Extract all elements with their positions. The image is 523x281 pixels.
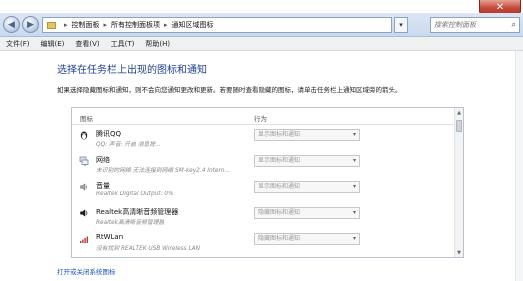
- system-icons-link[interactable]: 打开或关闭系统图标: [57, 266, 116, 276]
- wifi-icon: [79, 234, 89, 244]
- address-bar: ◀ ▶ ▸ 控制面板 ▸ 所有控制面板项 ▸ 通知区域图标 ▾ 搜索控制面板 ⌕: [0, 13, 523, 37]
- menu-help[interactable]: 帮助(H): [145, 39, 170, 49]
- item-subtitle: Realtek Digital Output: 0%: [96, 191, 174, 197]
- behavior-value: 隐藏图标和通知: [258, 235, 301, 242]
- folder-icon: [47, 21, 56, 29]
- search-placeholder: 搜索控制面板: [434, 21, 476, 29]
- page-description: 如果选择隐藏图标和通知，则不会向您通知更改和更新。若要随时查看隐藏的图标，请单击…: [57, 86, 402, 94]
- breadcrumb-separator-icon: ▸: [64, 21, 68, 29]
- menu-tools[interactable]: 工具(T): [111, 39, 135, 49]
- breadcrumb-separator-icon: ▸: [164, 21, 168, 29]
- behavior-dropdown[interactable]: 显示图标和通知 ▾: [254, 181, 360, 193]
- item-subtitle: 没有找到 REALTEK USB Wireless LAN: [96, 246, 200, 252]
- chevron-down-icon: ▾: [352, 209, 356, 216]
- item-subtitle: QQ: 声音: 开启 消息提...: [96, 142, 161, 148]
- chevron-down-icon: ▾: [352, 131, 356, 138]
- scroll-down-icon[interactable]: ▼: [455, 248, 463, 257]
- column-header-icon: 图标: [80, 115, 93, 123]
- breadcrumb-control-panel[interactable]: 控制面板: [72, 20, 100, 30]
- network-icon: [79, 156, 89, 166]
- item-name: RtWLan: [96, 233, 124, 241]
- item-name: 音量: [96, 182, 110, 190]
- scroll-thumb[interactable]: [456, 120, 462, 132]
- breadcrumb-separator-icon: ▸: [103, 21, 108, 29]
- behavior-value: 显示图标和通知: [258, 131, 301, 138]
- breadcrumb-notification-icons[interactable]: 通知区域图标: [172, 20, 214, 30]
- page-title: 选择在任务栏上出现的图标和通知: [57, 65, 207, 76]
- search-input[interactable]: 搜索控制面板 ⌕: [430, 17, 520, 33]
- list-item: 音量 Realtek Digital Output: 0% 显示图标和通知 ▾: [72, 180, 455, 206]
- address-dropdown-button[interactable]: ▾: [394, 17, 408, 33]
- item-name: Realtek高清晰音频管理器: [96, 208, 179, 216]
- menu-edit[interactable]: 编辑(E): [41, 39, 65, 49]
- chevron-down-icon: ▾: [399, 21, 403, 29]
- menu-file[interactable]: 文件(F): [6, 39, 30, 49]
- address-field[interactable]: ▸ 控制面板 ▸ 所有控制面板项 ▸ 通知区域图标: [42, 17, 392, 33]
- menu-view[interactable]: 查看(V): [75, 39, 99, 49]
- breadcrumb-all-items[interactable]: 所有控制面板项: [111, 20, 160, 30]
- column-header-behavior: 行为: [254, 115, 267, 123]
- item-subtitle: Realtek高清晰音频管理器: [96, 220, 165, 226]
- chevron-down-icon: ▾: [352, 183, 356, 190]
- search-icon: ⌕: [511, 20, 516, 29]
- chevron-down-icon: ▾: [352, 157, 356, 164]
- list-item: RtWLan 没有找到 REALTEK USB Wireless LAN 隐藏图…: [72, 232, 455, 257]
- back-button[interactable]: ◀: [3, 16, 20, 33]
- icon-list: 图标 行为 腾讯QQ QQ: 声音: 开启 消息提... 显示图标和通知 ▾ 网络…: [71, 107, 464, 258]
- back-arrow-icon: ◀: [8, 19, 15, 30]
- chevron-down-icon: ▾: [352, 235, 356, 242]
- list-scrollbar[interactable]: ▲ ▼: [454, 108, 463, 257]
- list-item: Realtek高清晰音频管理器 Realtek高清晰音频管理器 隐藏图标和通知 ▾: [72, 206, 455, 232]
- scroll-up-icon[interactable]: ▲: [455, 108, 463, 117]
- behavior-value: 显示图标和通知: [258, 183, 301, 190]
- menu-bar: 文件(F) 编辑(E) 查看(V) 工具(T) 帮助(H): [0, 37, 523, 51]
- window-right-scroll-edge: [515, 51, 523, 281]
- behavior-dropdown[interactable]: 显示图标和通知 ▾: [254, 129, 360, 141]
- realtek-audio-icon: [79, 208, 89, 218]
- behavior-value: 隐藏图标和通知: [258, 209, 301, 216]
- header-divider: [72, 124, 455, 125]
- forward-button[interactable]: ▶: [22, 16, 39, 33]
- speaker-icon: [79, 182, 89, 192]
- item-name: 网络: [96, 156, 110, 164]
- behavior-dropdown[interactable]: 隐藏图标和通知 ▾: [254, 233, 360, 245]
- list-item: 网络 未识别的网络 无法连接到网络 SM-key2.4 Intern... 显示…: [72, 154, 455, 180]
- behavior-value: 显示图标和通知: [258, 157, 301, 164]
- list-item: 腾讯QQ QQ: 声音: 开启 消息提... 显示图标和通知 ▾: [72, 128, 455, 154]
- main-content: 选择在任务栏上出现的图标和通知 如果选择隐藏图标和通知，则不会向您通知更改和更新…: [0, 51, 523, 281]
- close-icon: ✕: [495, 1, 505, 13]
- forward-arrow-icon: ▶: [27, 19, 34, 30]
- behavior-dropdown[interactable]: 隐藏图标和通知 ▾: [254, 207, 360, 219]
- behavior-dropdown[interactable]: 显示图标和通知 ▾: [254, 155, 360, 167]
- qq-penguin-icon: [79, 130, 89, 140]
- item-name: 腾讯QQ: [96, 130, 122, 138]
- item-subtitle: 未识别的网络 无法连接到网络 SM-key2.4 Intern...: [96, 168, 231, 174]
